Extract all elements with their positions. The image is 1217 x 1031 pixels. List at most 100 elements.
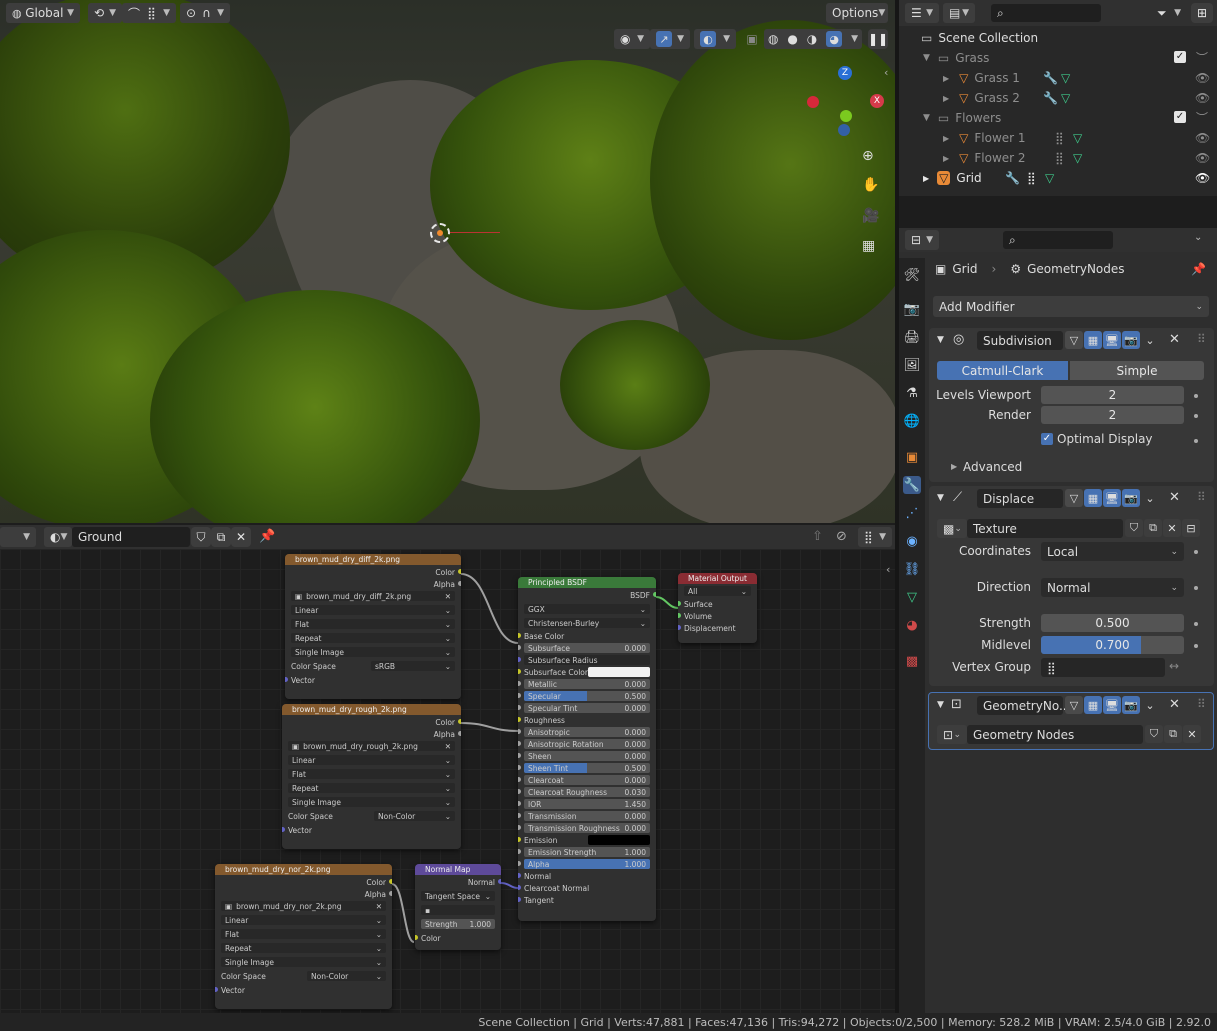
input-socket[interactable] [518,645,521,650]
bsdf-input-row[interactable]: Roughness [518,714,656,726]
tool-tab-icon[interactable]: 🛠 [903,266,921,284]
solid-shading-icon[interactable]: ● [787,32,797,46]
display-mode-dropdown[interactable]: ▤ ▼ [943,3,975,23]
on-cage-icon[interactable]: ▽ [1065,331,1083,349]
material-shading-icon[interactable]: ◑ [807,32,817,46]
modifier-name-field[interactable]: GeometryNo... [977,696,1070,715]
close-icon[interactable]: ✕ [1183,725,1201,743]
x-axis-icon[interactable]: X [870,94,884,108]
input-socket[interactable] [518,813,521,818]
image-selector[interactable]: ▣ brown_mud_dry_nor_2k.png ✕ [221,901,386,911]
world-tab-icon[interactable]: 🌐 [903,412,921,430]
output-socket[interactable] [458,581,461,586]
value-field[interactable]: Subsurface Radius [524,655,650,665]
coordinates-dropdown[interactable]: Local ⌄ [1041,542,1184,561]
bsdf-input-row[interactable]: Transmission Roughness 0.000 [518,822,656,834]
value-field[interactable]: Sheen Tint 0.500 [524,763,650,773]
output-socket[interactable] [498,879,501,884]
edit-mode-icon[interactable]: ▦ [1084,489,1102,507]
bsdf-input-row[interactable]: Emission Strength 1.000 [518,846,656,858]
perspective-grid-icon[interactable]: ▦ [862,238,875,254]
neg-x-axis-icon[interactable] [807,96,819,108]
material-output-node[interactable]: Material Output All ⌄ Surface Volume Disp… [678,573,757,643]
expand-icon[interactable]: ▶ [943,134,949,143]
color-space-dropdown[interactable]: Non-Color ⌄ [307,971,386,981]
input-socket[interactable] [678,613,681,618]
color-space-dropdown[interactable]: Non-Color ⌄ [374,811,455,821]
input-socket[interactable] [518,717,521,722]
texture-name-field[interactable]: Texture [967,519,1123,538]
keyframe-dot-icon[interactable] [1194,439,1198,443]
input-socket[interactable] [678,601,681,606]
direction-dropdown[interactable]: Normal ⌄ [1041,578,1184,597]
bsdf-input-row[interactable]: Sheen Tint 0.500 [518,762,656,774]
keyframe-dot-icon[interactable] [1194,586,1198,590]
shield-icon[interactable]: ⛉ [1125,519,1143,537]
parent-node-tree-icon[interactable]: ⇧ [812,529,823,544]
input-socket[interactable] [518,693,521,698]
source-dropdown[interactable]: Single Image ⌄ [288,797,455,807]
collapse-icon[interactable]: ▼ [937,700,944,710]
expand-icon[interactable]: ▶ [943,94,949,103]
pause-render-button[interactable]: ❚❚ [868,29,888,49]
object-row-flower-2[interactable]: ▶ ▽ Flower 2 ⣿ ▽ 👁 [899,148,1217,168]
midlevel-slider[interactable]: 0.700 [1041,636,1184,654]
render-camera-icon[interactable]: 📷 [1122,489,1140,507]
unlink-material-button[interactable]: ✕ [231,527,251,547]
snap-node-icon[interactable]: ⊘ [836,529,847,544]
chevron-down-icon[interactable]: ⌄ [1194,232,1202,243]
bsdf-input-row[interactable]: Subsurface Radius [518,654,656,666]
bsdf-input-row[interactable]: Subsurface Color [518,666,656,678]
value-field[interactable]: Sheen 0.000 [524,751,650,761]
extension-dropdown[interactable]: Repeat ⌄ [288,783,455,793]
properties-editor[interactable]: ⊟ ▼ ⌕ ⌄ 🛠 📷 🖨 🖼 ⚗ 🌐 ▣ 🔧 ⋰ ◉ ⛓ ▽ ◕ ▩ ▣ Gri… [899,228,1217,1013]
bsdf-input-row[interactable]: Specular Tint 0.000 [518,702,656,714]
on-cage-icon[interactable]: ▽ [1065,696,1083,714]
filter-dropdown[interactable]: ⏷ ▼ [1151,3,1187,23]
properties-search-input[interactable]: ⌕ [1003,231,1113,249]
input-socket[interactable] [518,825,521,830]
node-snap-dropdown[interactable]: ⣿ ▼ [858,527,892,547]
modifier-name-field[interactable]: Displace [977,489,1063,508]
copy-icon[interactable]: ⧉ [1144,519,1162,537]
principled-bsdf-node[interactable]: Principled BSDF BSDF GGX ⌄ Christensen-Bu… [518,577,656,921]
shield-icon[interactable]: ⛉ [1145,725,1163,743]
space-dropdown[interactable]: Tangent Space ⌄ [421,891,495,901]
input-socket[interactable] [518,765,521,770]
input-socket[interactable] [518,849,521,854]
input-socket[interactable] [518,837,521,842]
scene-tab-icon[interactable]: ⚗ [903,384,921,402]
bsdf-input-row[interactable]: Normal [518,870,656,882]
value-field[interactable]: Subsurface 0.000 [524,643,650,653]
chevron-down-icon[interactable]: ⌄ [1141,696,1159,714]
close-icon[interactable]: ✕ [376,902,382,911]
input-socket[interactable] [518,861,521,866]
color-space-dropdown[interactable]: sRGB ⌄ [371,661,455,671]
editor-type-dropdown[interactable]: ☰ ▼ [905,3,939,23]
bsdf-input-row[interactable]: Sheen 0.000 [518,750,656,762]
output-socket[interactable] [458,731,461,736]
value-field[interactable]: Transmission 0.000 [524,811,650,821]
navigation-gizmo[interactable]: Z X [800,60,890,150]
levels-viewport-field[interactable]: 2 [1041,386,1184,404]
output-socket[interactable] [389,891,392,896]
node-editor[interactable]: ‹ brown_mud_dry_diff_2k.png Color Alpha … [0,549,895,1013]
object-row-grass-1[interactable]: ▶ ▽ Grass 1 🔧 ▽ 👁 [899,68,1217,88]
input-socket[interactable] [518,897,521,902]
3d-viewport[interactable]: ◍ Global ▼ ⟲ ▼ ⌒ ⣿ ▼ ⊙ ∩ ▼ Options ▼ ◉ ▼ ↗ ▼ ◐ ▼ … [0,0,895,523]
input-socket[interactable] [518,777,521,782]
pivot-dropdown[interactable]: ⟲ ▼ [88,3,122,23]
transform-orientation-dropdown[interactable]: ◍ Global ▼ [6,3,80,23]
bsdf-input-row[interactable]: Specular 0.500 [518,690,656,702]
on-cage-icon[interactable]: ▽ [1065,489,1083,507]
input-socket[interactable] [282,827,285,832]
vertex-group-field[interactable]: ⣿ [1041,658,1165,677]
expand-icon[interactable]: ▶ [951,462,957,471]
object-tab-icon[interactable]: ▣ [903,448,921,466]
collapse-icon[interactable]: ︶ [1196,49,1208,66]
eye-icon[interactable]: 👁 [1195,151,1210,165]
value-field[interactable]: Anisotropic Rotation 0.000 [524,739,650,749]
modifier-tab-icon[interactable]: 🔧 [903,476,921,494]
expand-icon[interactable]: ▼ [923,113,930,123]
input-socket[interactable] [518,885,521,890]
